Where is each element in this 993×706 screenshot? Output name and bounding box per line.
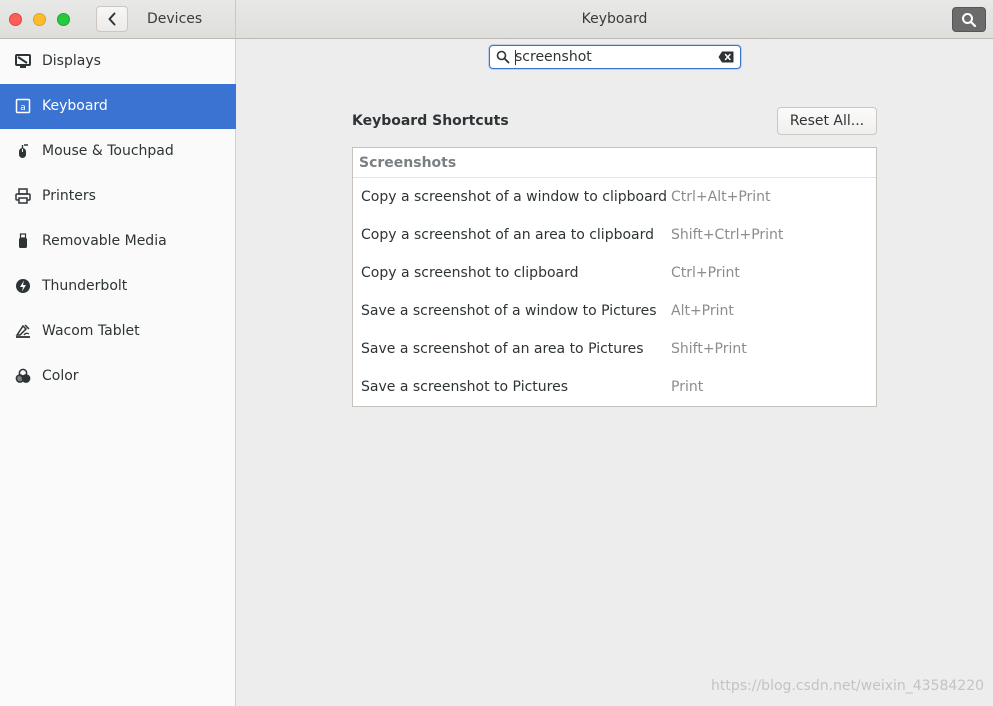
- sidebar-item-label: Displays: [42, 53, 101, 69]
- sidebar-item-removable-media[interactable]: Removable Media: [0, 219, 236, 264]
- header-bar: Devices Keyboard: [0, 0, 993, 39]
- shortcut-accelerator: Ctrl+Alt+Print: [671, 189, 771, 205]
- window-title: Keyboard: [581, 11, 648, 27]
- chevron-left-icon: [108, 12, 116, 26]
- shortcut-description: Save a screenshot of a window to Picture…: [361, 303, 657, 319]
- search-icon: [496, 50, 510, 64]
- sidebar-item-label: Mouse & Touchpad: [42, 143, 174, 159]
- shortcut-description: Save a screenshot of an area to Pictures: [361, 341, 644, 357]
- search-button[interactable]: [952, 7, 986, 32]
- shortcut-description: Copy a screenshot of an area to clipboar…: [361, 227, 655, 243]
- search-input[interactable]: screenshot: [489, 45, 741, 69]
- tablet-icon: [14, 322, 32, 340]
- sidebar-item-label: Printers: [42, 188, 96, 204]
- section-title: Keyboard Shortcuts: [352, 113, 509, 129]
- sidebar-item-label: Keyboard: [42, 98, 108, 114]
- sidebar-item-label: Wacom Tablet: [42, 323, 140, 339]
- sidebar-item-label: Removable Media: [42, 233, 167, 249]
- color-icon: [14, 367, 32, 385]
- shortcut-list: Screenshots Copy a screenshot of a windo…: [352, 147, 877, 407]
- thunderbolt-icon: [14, 277, 32, 295]
- shortcut-group-header: Screenshots: [353, 148, 876, 178]
- sidebar-item-color[interactable]: Color: [0, 354, 236, 399]
- shortcut-accelerator: Alt+Print: [671, 303, 734, 319]
- sidebar-item-wacom-tablet[interactable]: Wacom Tablet: [0, 309, 236, 354]
- maximize-window-button[interactable]: [57, 13, 70, 26]
- shortcut-accelerator: Shift+Print: [671, 341, 747, 357]
- shortcut-description: Save a screenshot to Pictures: [361, 379, 568, 395]
- shortcut-row[interactable]: Save a screenshot of a window to Picture…: [353, 292, 876, 330]
- shortcut-group-label: Screenshots: [359, 155, 457, 171]
- close-window-button[interactable]: [9, 13, 22, 26]
- printer-icon: [14, 187, 32, 205]
- shortcut-row[interactable]: Copy a screenshot to clipboard Ctrl+Prin…: [353, 254, 876, 292]
- shortcut-description: Copy a screenshot to clipboard: [361, 265, 579, 281]
- display-icon: [14, 52, 32, 70]
- svg-text:a: a: [20, 103, 26, 113]
- shortcut-row[interactable]: Copy a screenshot of a window to clipboa…: [353, 178, 876, 216]
- back-button[interactable]: [96, 6, 128, 32]
- sidebar-header: Devices: [0, 0, 236, 39]
- keyboard-icon: a: [14, 97, 32, 115]
- usb-drive-icon: [14, 232, 32, 250]
- shortcut-row[interactable]: Copy a screenshot of an area to clipboar…: [353, 216, 876, 254]
- mouse-icon: [14, 142, 32, 160]
- sidebar-item-mouse-touchpad[interactable]: Mouse & Touchpad: [0, 129, 236, 174]
- shortcut-description: Copy a screenshot of a window to clipboa…: [361, 189, 668, 205]
- text-caret: [515, 50, 516, 65]
- sidebar-item-printers[interactable]: Printers: [0, 174, 236, 219]
- clear-search-icon[interactable]: [718, 51, 734, 63]
- search-icon: [962, 12, 977, 27]
- sidebar-item-keyboard[interactable]: a Keyboard: [0, 84, 236, 129]
- sidebar-item-thunderbolt[interactable]: Thunderbolt: [0, 264, 236, 309]
- shortcut-accelerator: Ctrl+Print: [671, 265, 740, 281]
- search-input-value: screenshot: [515, 49, 592, 65]
- sidebar-item-label: Color: [42, 368, 79, 384]
- sidebar-item-displays[interactable]: Displays: [0, 39, 236, 84]
- watermark: https://blog.csdn.net/weixin_43584220: [711, 678, 985, 694]
- reset-all-button[interactable]: Reset All...: [777, 107, 877, 135]
- sidebar-title: Devices: [147, 11, 203, 27]
- shortcut-row[interactable]: Save a screenshot of an area to Pictures…: [353, 330, 876, 368]
- sidebar: Displays a Keyboard Mouse & Touchpad Pri…: [0, 39, 236, 706]
- shortcut-row[interactable]: Save a screenshot to Pictures Print: [353, 368, 876, 406]
- minimize-window-button[interactable]: [33, 13, 46, 26]
- sidebar-item-label: Thunderbolt: [42, 278, 128, 294]
- shortcut-accelerator: Shift+Ctrl+Print: [671, 227, 784, 243]
- shortcut-accelerator: Print: [671, 379, 704, 395]
